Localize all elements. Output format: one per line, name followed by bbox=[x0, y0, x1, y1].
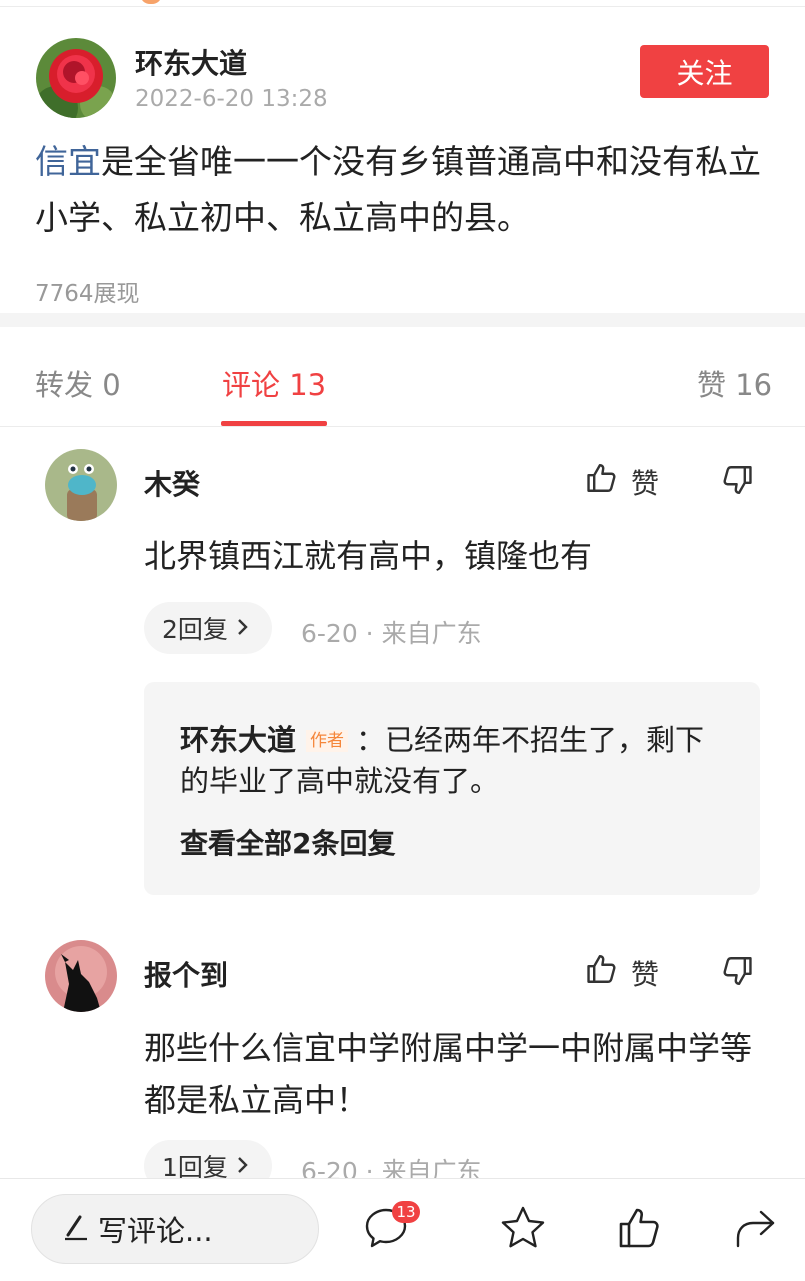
commenter-name[interactable]: 报个到 bbox=[144, 954, 228, 994]
like-button[interactable]: 赞 bbox=[585, 952, 659, 993]
thumbs-up-icon bbox=[585, 952, 619, 993]
tab-likes[interactable]: 赞 16 bbox=[697, 362, 772, 404]
comment-text: 那些什么信宜中学附属中学一中附属中学等都是私立高中！ bbox=[144, 1029, 753, 1119]
post-time: 2022-6-20 13:28 bbox=[135, 86, 328, 112]
chevron-right-icon bbox=[236, 1152, 250, 1181]
tabs-divider bbox=[0, 426, 805, 427]
thumbs-up-icon[interactable] bbox=[616, 1204, 664, 1256]
share-icon[interactable] bbox=[731, 1206, 779, 1254]
thumbs-down-icon[interactable] bbox=[720, 463, 754, 501]
comment-meta: 6-20 · 来自广东 bbox=[301, 619, 482, 648]
commenter-avatar[interactable] bbox=[45, 940, 117, 1012]
topic-link[interactable]: 信宜 bbox=[35, 142, 101, 181]
thumbs-up-icon bbox=[585, 461, 619, 502]
thumbs-down-icon[interactable] bbox=[720, 954, 754, 992]
top-indicator bbox=[140, 0, 162, 4]
author-name[interactable]: 环东大道 bbox=[135, 42, 247, 82]
comment-count-badge: 13 bbox=[392, 1201, 420, 1223]
like-button[interactable]: 赞 bbox=[585, 461, 659, 502]
tab-comments[interactable]: 评论 13 bbox=[222, 362, 326, 404]
reply-preview-box[interactable]: 环东大道 作者 ：已经两年不招生了，剩下的毕业了高中就没有了。 查看全部2条回复 bbox=[144, 682, 760, 895]
post-body: 是全省唯一一个没有乡镇普通高中和没有私立小学、私立初中、私立高中的县。 bbox=[35, 142, 761, 237]
section-divider bbox=[0, 313, 805, 327]
chevron-right-icon bbox=[236, 614, 250, 643]
pen-icon bbox=[62, 1211, 90, 1248]
star-icon[interactable] bbox=[498, 1204, 548, 1256]
reply-count-button[interactable]: 2回复 bbox=[144, 602, 272, 654]
author-badge: 作者 bbox=[306, 730, 349, 752]
comment-text: 北界镇西江就有高中，镇隆也有 bbox=[144, 537, 593, 575]
post-text: 信宜是全省唯一一个没有乡镇普通高中和没有私立小学、私立初中、私立高中的县。 bbox=[35, 134, 775, 246]
write-comment-input[interactable]: 写评论... bbox=[31, 1194, 319, 1264]
reply-preview: 环东大道 作者 ：已经两年不招生了，剩下的毕业了高中就没有了。 bbox=[180, 720, 720, 801]
reply-author[interactable]: 环东大道 bbox=[180, 723, 296, 757]
write-comment-placeholder: 写评论... bbox=[98, 1214, 213, 1248]
like-label: 赞 bbox=[631, 466, 660, 500]
top-edge bbox=[0, 0, 805, 7]
view-all-replies-link[interactable]: 查看全部2条回复 bbox=[180, 822, 395, 862]
reply-count: 2回复 bbox=[162, 615, 228, 644]
follow-button[interactable]: 关注 bbox=[640, 45, 769, 98]
tab-reposts[interactable]: 转发 0 bbox=[35, 362, 121, 404]
view-count: 7764展现 bbox=[35, 281, 140, 307]
author-avatar[interactable] bbox=[36, 38, 116, 118]
like-label: 赞 bbox=[631, 957, 660, 991]
commenter-name[interactable]: 木癸 bbox=[144, 463, 200, 503]
commenter-avatar[interactable] bbox=[45, 449, 117, 521]
